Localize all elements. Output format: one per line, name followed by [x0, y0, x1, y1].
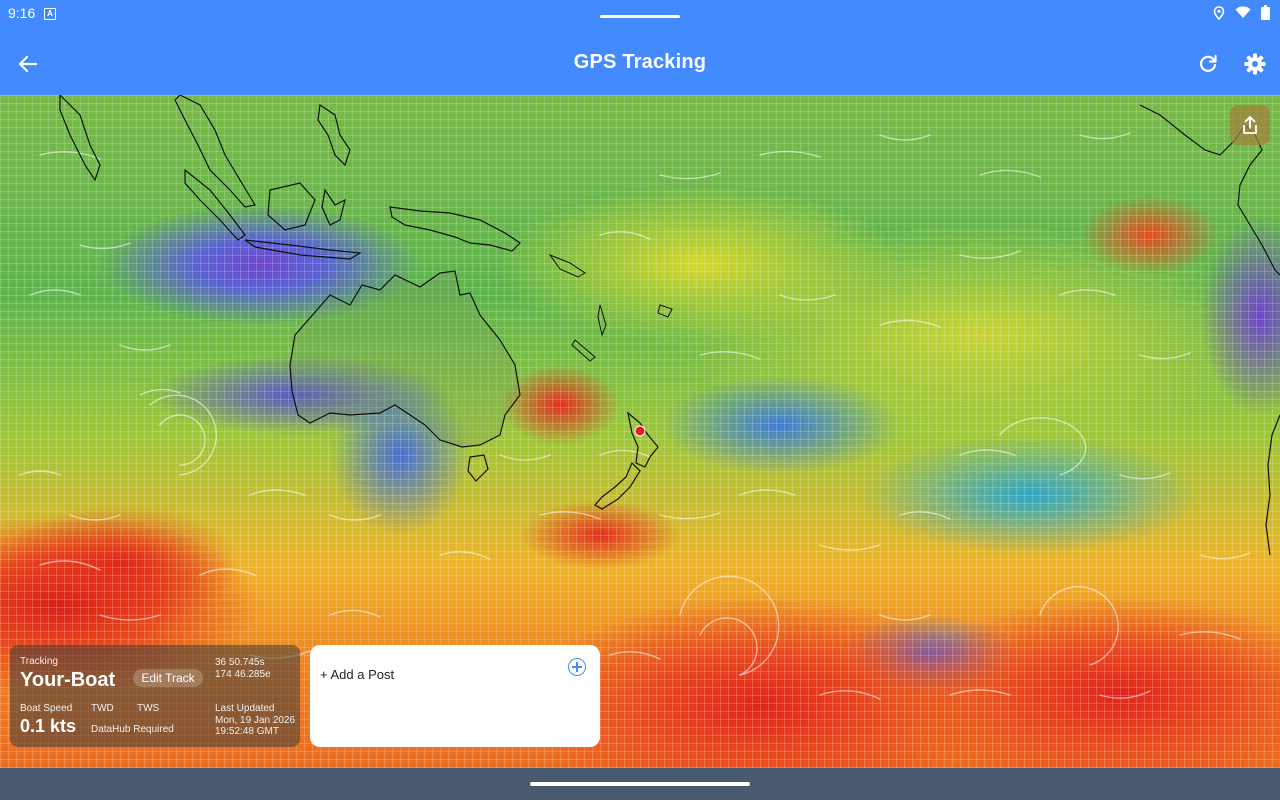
add-post-label[interactable]: + Add a Post — [320, 667, 394, 682]
share-icon — [1243, 116, 1257, 134]
navigation-bar — [0, 768, 1280, 800]
fiji-outline — [657, 304, 673, 318]
vanuatu-outline — [597, 304, 607, 337]
last-updated-date: Mon, 19 Jan 2026 — [215, 715, 296, 726]
last-updated-time: 19:52:48 GMT — [215, 726, 279, 737]
battery-icon — [1261, 5, 1270, 20]
tracking-label: Tracking — [20, 656, 58, 667]
latitude-value: 36 50.745s — [215, 657, 265, 668]
status-bar: 9:16 A — [0, 0, 1280, 32]
boat-position-marker — [634, 425, 646, 437]
refresh-button[interactable] — [1196, 52, 1220, 76]
philippines-outline — [317, 103, 351, 167]
borneo-outline — [267, 182, 316, 231]
refresh-icon — [1200, 54, 1217, 72]
sumatra-outline — [184, 168, 246, 241]
new-guinea-outline — [389, 206, 521, 252]
app-bar: GPS Tracking — [0, 32, 1280, 95]
boat-speed-value: 0.1 kts — [20, 716, 77, 736]
wifi-icon — [1235, 6, 1251, 18]
status-handle — [600, 15, 680, 18]
longitude-value: 174 46.285e — [215, 669, 271, 680]
sulawesi-outline — [321, 188, 346, 226]
location-icon — [1213, 5, 1225, 20]
india-outline — [59, 95, 101, 182]
tws-label: TWS — [137, 703, 160, 714]
java-outline — [244, 239, 362, 260]
boat-speed-label: Boat Speed — [20, 703, 73, 714]
wind-streaks — [19, 132, 1251, 720]
indochina-outline — [174, 95, 256, 208]
status-icons — [1213, 5, 1270, 20]
page-title: GPS Tracking — [573, 51, 707, 73]
australia-outline — [289, 270, 521, 448]
edit-track-button[interactable]: Edit Track — [133, 669, 203, 687]
settings-gear-icon — [1244, 53, 1266, 75]
nz-north-island-outline — [627, 411, 659, 468]
nz-south-island-outline — [594, 461, 641, 510]
status-time: 9:16 — [8, 5, 36, 21]
tasmania-outline — [467, 454, 489, 482]
solomons-outline — [548, 253, 586, 278]
south-america-outline — [1265, 414, 1280, 556]
notification-badge-icon: A — [44, 8, 56, 20]
datahub-required-text: DataHub Required — [91, 724, 174, 735]
boat-name: Your-Boat — [20, 669, 116, 691]
home-gesture-handle[interactable] — [530, 782, 750, 786]
add-post-card[interactable]: + Add a Post — [310, 645, 600, 747]
share-button[interactable] — [1230, 105, 1270, 145]
last-updated-label: Last Updated — [215, 703, 275, 714]
tracking-card: Tracking Your-Boat Edit Track 36 50.745s… — [10, 645, 300, 747]
twd-label: TWD — [91, 703, 114, 714]
settings-button[interactable] — [1243, 52, 1267, 76]
new-caledonia-outline — [571, 339, 596, 362]
plus-circle-icon[interactable] — [568, 658, 586, 676]
